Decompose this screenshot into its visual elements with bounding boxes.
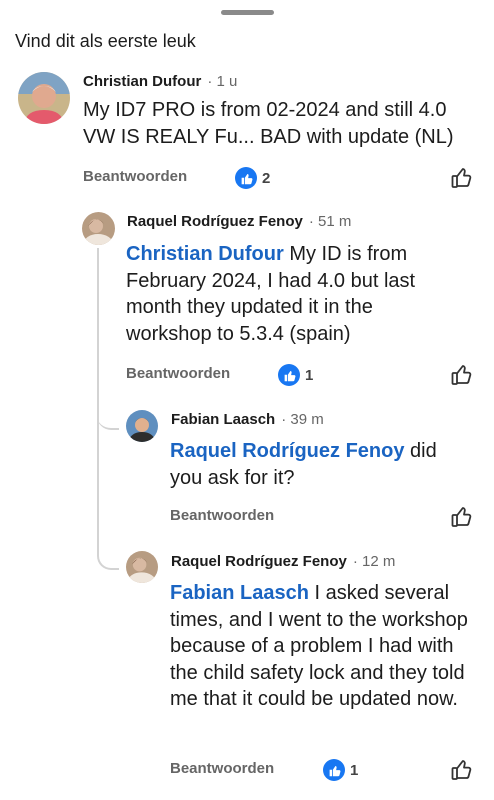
like-outline-icon[interactable] bbox=[450, 758, 474, 782]
reaction-summary[interactable]: 1 bbox=[323, 759, 358, 781]
comment-time[interactable]: · 1 u bbox=[207, 73, 237, 90]
reply-button[interactable]: Beantwoorden bbox=[83, 168, 187, 185]
comment-author[interactable]: Christian Dufour bbox=[83, 73, 201, 90]
reaction-count: 2 bbox=[262, 169, 271, 187]
reaction-summary[interactable]: 1 bbox=[278, 364, 313, 386]
comment-text: Fabian Laasch I asked several times, and… bbox=[170, 580, 470, 713]
reply-button[interactable]: Beantwoorden bbox=[170, 760, 274, 777]
comment-author[interactable]: Raquel Rodríguez Fenoy bbox=[127, 213, 303, 230]
avatar-raquel-icon[interactable] bbox=[82, 212, 115, 245]
comment-author[interactable]: Raquel Rodríguez Fenoy bbox=[171, 553, 347, 570]
comment-time[interactable]: · 12 m bbox=[353, 553, 396, 570]
thread-branch bbox=[97, 408, 119, 430]
thread-line bbox=[97, 248, 99, 548]
reaction-count: 1 bbox=[350, 761, 359, 779]
mention-link[interactable]: Fabian Laasch bbox=[170, 582, 309, 604]
like-outline-icon[interactable] bbox=[450, 363, 474, 387]
comment-text: My ID7 PRO is from 02-2024 and still 4.0… bbox=[83, 99, 454, 148]
like-outline-icon[interactable] bbox=[450, 505, 474, 529]
avatar-raquel-icon[interactable] bbox=[126, 551, 158, 583]
like-outline-icon[interactable] bbox=[450, 166, 474, 190]
comment-time[interactable]: · 51 m bbox=[309, 213, 352, 230]
reaction-count: 1 bbox=[305, 366, 314, 384]
first-like-label: Vind dit als eerste leuk bbox=[15, 31, 196, 51]
reaction-summary[interactable]: 2 bbox=[235, 167, 270, 189]
avatar-fabian-icon[interactable] bbox=[126, 410, 158, 442]
mention-link[interactable]: Raquel Rodríguez Fenoy bbox=[170, 440, 404, 462]
thread-branch bbox=[97, 548, 119, 570]
comment-author[interactable]: Fabian Laasch bbox=[171, 411, 275, 428]
comment-time[interactable]: · 39 m bbox=[281, 411, 324, 428]
reply-button[interactable]: Beantwoorden bbox=[170, 507, 274, 524]
thumbs-up-icon bbox=[235, 167, 257, 189]
comment-text: Christian Dufour My ID is from February … bbox=[126, 241, 456, 347]
thumbs-up-icon bbox=[278, 364, 300, 386]
mention-link[interactable]: Christian Dufour bbox=[126, 243, 284, 265]
drag-handle[interactable] bbox=[221, 10, 274, 15]
thumbs-up-icon bbox=[323, 759, 345, 781]
avatar-christian-icon[interactable] bbox=[18, 72, 70, 124]
comment-text: Raquel Rodríguez Fenoy did you ask for i… bbox=[170, 438, 460, 491]
reply-button[interactable]: Beantwoorden bbox=[126, 365, 230, 382]
